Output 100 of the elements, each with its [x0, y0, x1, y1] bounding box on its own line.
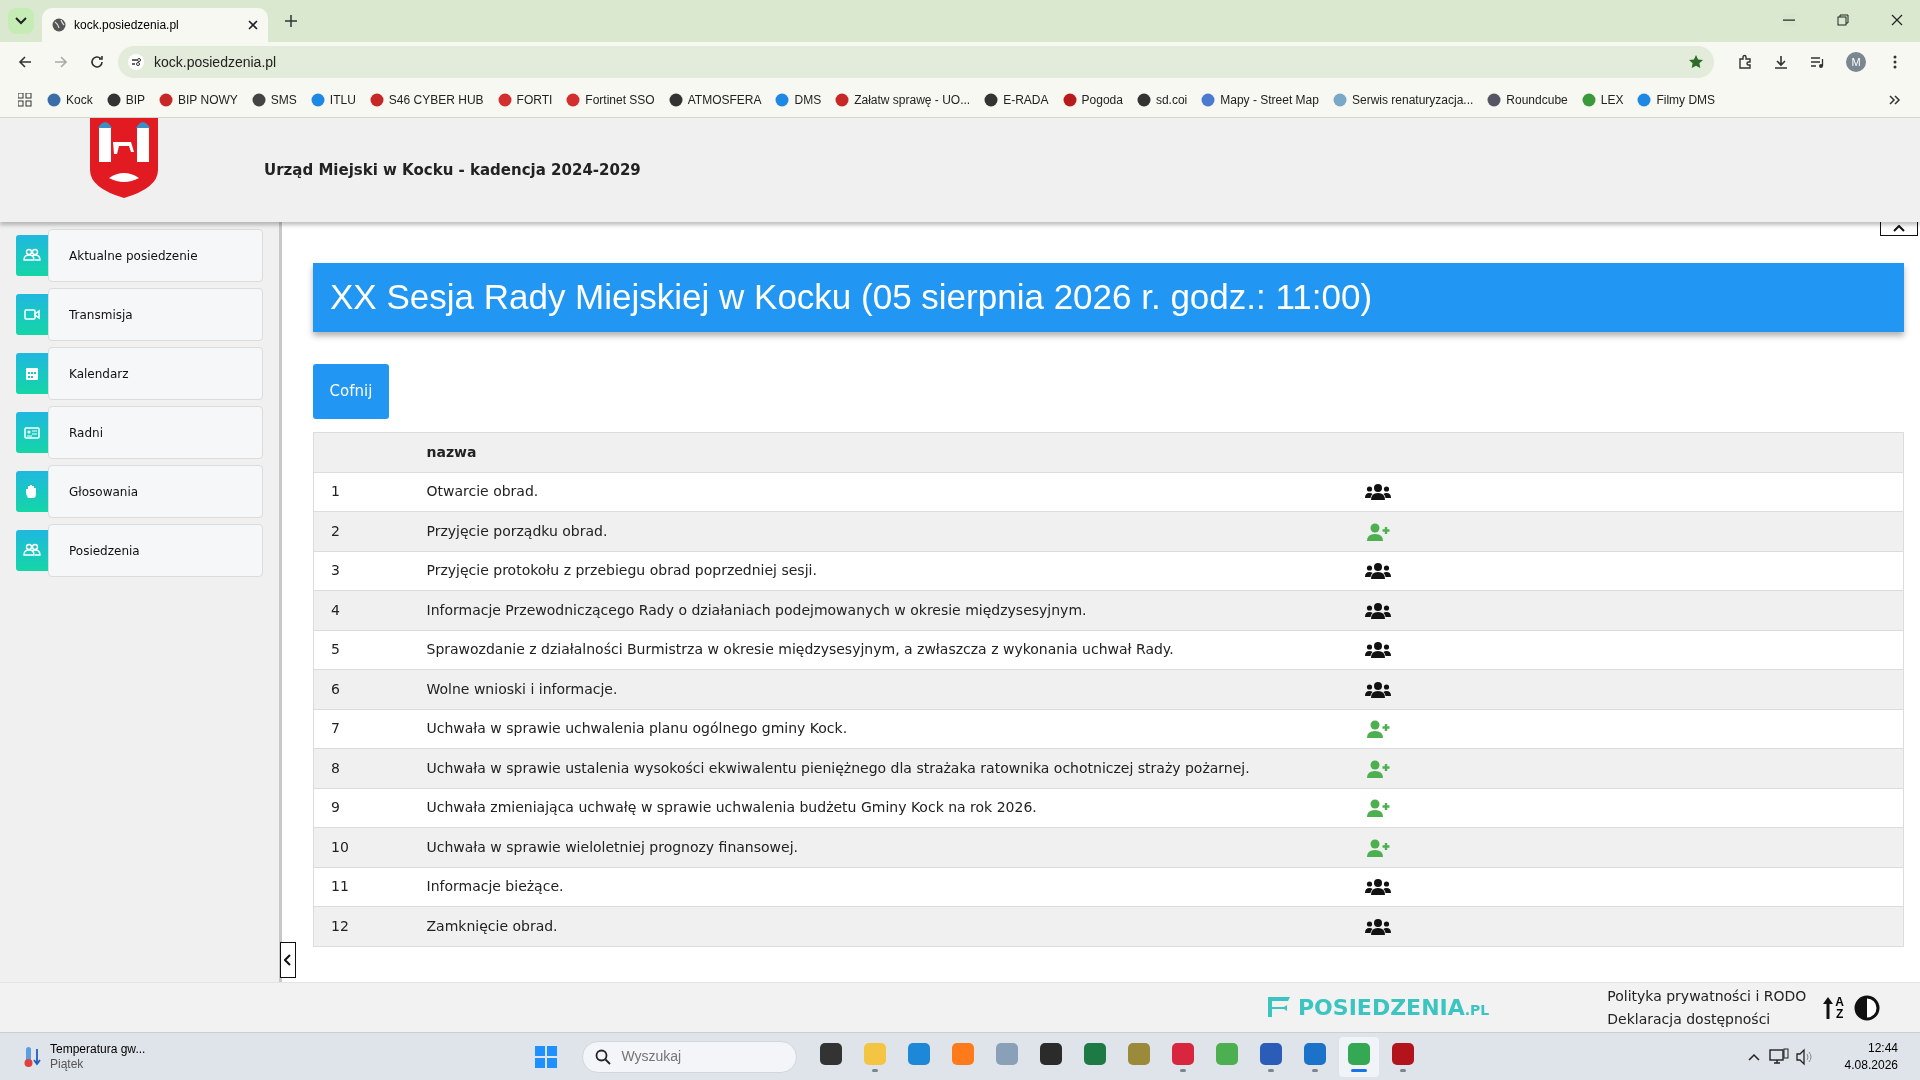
bookmark-icon	[1201, 92, 1216, 107]
bookmark[interactable]: Załatw sprawę - UO...	[828, 87, 978, 112]
thermometer-icon	[22, 1044, 42, 1069]
taskbar-search-field[interactable]: Wyszukaj	[582, 1040, 798, 1073]
group-icon[interactable]	[1364, 680, 1391, 699]
group-icon[interactable]	[1364, 483, 1391, 502]
media-icon	[1809, 54, 1825, 70]
weather-widget[interactable]: Temperatura gw... Piątek	[16, 1040, 152, 1073]
text-size-button[interactable]: A Z	[1822, 995, 1844, 1020]
bookmark-icon	[668, 92, 683, 107]
add-person-icon[interactable]	[1364, 799, 1391, 818]
chevron-up-icon	[1747, 1052, 1760, 1061]
bookmark[interactable]: SMS	[244, 87, 304, 112]
weather-text: Temperatura gw...	[50, 1041, 146, 1057]
sidebar-item[interactable]: Radni	[48, 406, 263, 459]
close-icon[interactable]	[248, 20, 258, 30]
bookmark[interactable]: ATMOSFERA	[661, 87, 769, 112]
footer-link[interactable]: Deklaracja dostępności	[1607, 1007, 1807, 1031]
row-number: 4	[313, 590, 410, 630]
bookmark-icon	[1637, 92, 1652, 107]
bookmark[interactable]: Pogoda	[1055, 87, 1130, 112]
bookmark[interactable]: DMS	[768, 87, 829, 112]
bookmark-icon	[775, 92, 790, 107]
bookmark-icon	[369, 92, 384, 107]
reload-icon	[89, 54, 105, 70]
bookmark[interactable]: ITLU	[303, 87, 363, 112]
plus-icon	[285, 15, 297, 27]
globe-icon	[52, 18, 66, 32]
clock[interactable]: 12:44 4.08.2026	[1838, 1038, 1904, 1075]
star-icon[interactable]	[1688, 54, 1704, 70]
add-person-icon[interactable]	[1364, 522, 1391, 541]
sidebar-item[interactable]: Kalendarz	[48, 347, 263, 400]
contrast-button[interactable]	[1854, 994, 1880, 1021]
sidebar-item[interactable]: Głosowania	[48, 465, 263, 518]
up-arrow-icon	[1822, 995, 1835, 1020]
group-icon[interactable]	[1364, 641, 1391, 660]
row-number: 1	[313, 472, 410, 512]
agenda-item-title: Przyjęcie porządku obrad.	[409, 511, 1348, 551]
sidebar-item[interactable]: Posiedzenia	[48, 524, 263, 577]
bookmark-icon	[1487, 92, 1502, 107]
bookmark[interactable]: Kock	[40, 87, 100, 112]
bookmark-icon	[159, 92, 174, 107]
bookmark-icon	[251, 92, 266, 107]
windows-icon	[535, 1045, 558, 1068]
download-icon	[1773, 54, 1789, 70]
group-icon[interactable]	[1364, 878, 1391, 897]
bookmark[interactable]: FORTI	[490, 87, 560, 112]
back-arrow-icon	[17, 54, 33, 70]
group-icon[interactable]	[1364, 917, 1391, 936]
menu-icon	[1893, 55, 1897, 69]
add-person-icon[interactable]	[1364, 720, 1391, 739]
bookmark-icon	[835, 92, 850, 107]
agenda-item-title: Informacje bieżące.	[409, 867, 1348, 907]
time-text: 12:44	[1867, 1039, 1898, 1057]
network-icon	[1768, 1047, 1789, 1066]
tab-list-button[interactable]	[8, 8, 34, 34]
contrast-icon	[1854, 994, 1880, 1021]
sidebar-item[interactable]: Transmisja	[48, 288, 263, 341]
bookmark[interactable]: Serwis renaturyzacja...	[1325, 87, 1481, 112]
column-header: nazwa	[409, 432, 1348, 472]
weather-day: Piątek	[50, 1056, 146, 1072]
url-text: kock.posiedzenia.pl	[154, 52, 278, 72]
bookmark[interactable]: BIP	[99, 87, 153, 112]
bookmark[interactable]: LEX	[1574, 87, 1631, 112]
bookmark-icon	[497, 92, 512, 107]
scroll-top-button[interactable]	[1880, 222, 1918, 236]
bookmark[interactable]: BIP NOWY	[152, 87, 245, 112]
site-title: Urząd Miejski w Kocku - kadencja 2024-2029	[264, 159, 641, 181]
footer-link[interactable]: Polityka prywatności i RODO	[1607, 984, 1807, 1008]
bookmark-icon	[1136, 92, 1151, 107]
bookmark-icon	[1581, 92, 1596, 107]
row-number: 8	[313, 748, 410, 788]
chevron-up-icon	[1893, 225, 1905, 232]
agenda-item-title: Uchwała zmieniająca uchwałę w sprawie uchwalenia budżetu Gminy Kock na rok 2026.	[409, 788, 1348, 828]
extensions-icon	[1737, 54, 1753, 70]
bookmark[interactable]: sd.coi	[1129, 87, 1195, 112]
add-person-icon[interactable]	[1364, 759, 1391, 778]
row-number: 10	[313, 827, 410, 867]
logo-text: POSIEDZENIA.PL	[1298, 994, 1490, 1022]
add-person-icon[interactable]	[1364, 838, 1391, 857]
browser-tab[interactable]: kock.posiedzenia.pl	[42, 8, 268, 42]
sidebar-item[interactable]: Aktualne posiedzenie	[48, 229, 263, 282]
search-input[interactable]: Wyszukaj	[619, 1045, 760, 1068]
session-title: XX Sesja Rady Miejskiej w Kocku (05 sierpnia 2026 r. godz.: 11:00)	[313, 263, 1904, 332]
bookmark[interactable]: Roundcube	[1480, 87, 1575, 112]
bookmark-icon	[566, 92, 581, 107]
bookmark[interactable]: E-RADA	[977, 87, 1056, 112]
bookmark[interactable]: Filmy DMS	[1630, 87, 1723, 112]
bookmark-icon	[47, 92, 61, 107]
bookmark[interactable]: S46 CYBER HUB	[362, 87, 491, 112]
bookmark[interactable]: Mapy - Street Map	[1194, 87, 1326, 112]
group-icon[interactable]	[1364, 601, 1391, 620]
bookmark[interactable]: Fortinet SSO	[559, 87, 662, 112]
profile-avatar[interactable]: M	[1846, 52, 1866, 72]
grid-icon	[18, 92, 32, 107]
collapse-sidebar-button[interactable]	[280, 942, 296, 978]
address-bar[interactable]: kock.posiedzenia.pl	[118, 46, 1714, 78]
group-icon[interactable]	[1364, 562, 1391, 581]
agenda-item-title: Uchwała w sprawie uchwalenia planu ogólnego gminy Kock.	[409, 709, 1348, 749]
row-number: 12	[313, 906, 410, 946]
